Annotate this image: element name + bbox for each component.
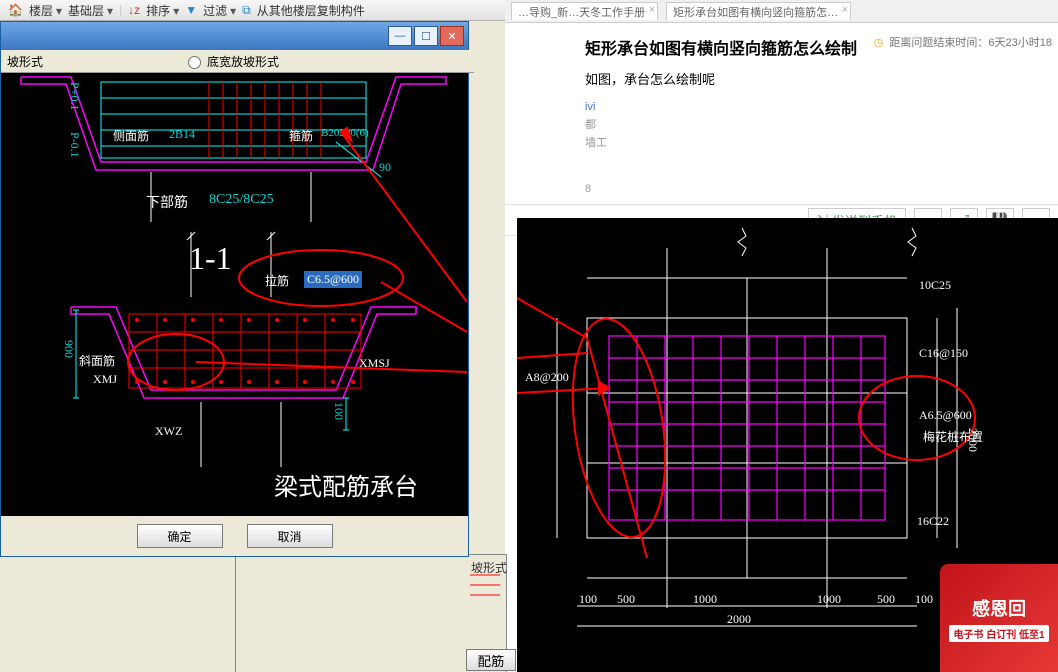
rd2000: 2000 — [965, 428, 980, 452]
tab-1[interactable]: …导购_新…天冬工作手册 — [511, 2, 658, 20]
dialog-titlebar[interactable]: — ☐ ✕ — [1, 22, 468, 50]
maximize-button[interactable]: ☐ — [414, 26, 438, 46]
filter-icon: ▼ — [185, 3, 197, 17]
tab-2[interactable]: 矩形承台如图有横向竖向箍筋怎… — [666, 2, 851, 20]
xmsj: XMSJ — [359, 356, 390, 371]
ad-line1: 感恩回 — [972, 595, 1026, 621]
radio-row: 坡形式 底宽放坡形式 — [1, 50, 474, 73]
meta-2: 都 — [585, 116, 1038, 134]
ad-line2: 电子书 白订刊 低至1 — [949, 625, 1048, 642]
bottom-label: 下部筋 — [146, 192, 188, 212]
floor-value[interactable]: 基础层 — [68, 2, 113, 19]
h100: 100 — [331, 402, 346, 420]
stirrup-val[interactable]: B20200(6) — [321, 127, 369, 139]
meta-1[interactable]: ivi — [585, 98, 1038, 116]
side-val[interactable]: 2B14 — [169, 127, 195, 142]
p-minus: P-0.1 — [67, 132, 82, 158]
radio-slope[interactable]: 坡形式 — [7, 53, 43, 70]
a8: A8@200 — [525, 370, 569, 385]
meta-3: 墙工 — [585, 134, 1038, 152]
tab-strip: …导购_新…天冬工作手册 矩形承台如图有横向竖向箍筋怎… — [505, 0, 1058, 23]
d1000a: 1000 — [693, 592, 717, 607]
rebar-dialog: — ☐ ✕ 坡形式 底宽放坡形式 — [0, 21, 469, 557]
copy-icon: ⧉ — [242, 3, 251, 18]
floor-label[interactable]: 楼层 — [29, 2, 62, 19]
copy-label[interactable]: 从其他楼层复制构件 — [257, 2, 365, 19]
question-header: 矩形承台如图有横向竖向箍筋怎么绘制 如图，承台怎么绘制呢 ivi 都 墙工 8 — [505, 23, 1058, 204]
d1000b: 1000 — [817, 592, 841, 607]
a6: A6.5@600 — [919, 408, 972, 423]
sort-label[interactable]: 排序 — [146, 2, 179, 19]
c22: 16C22 — [917, 514, 949, 529]
bottom-val[interactable]: 8C25/8C25 — [209, 192, 274, 208]
tie-val[interactable]: C6.5@600 — [304, 271, 362, 288]
ninety: 90 — [379, 160, 391, 175]
d100a: 100 — [579, 592, 597, 607]
stirrup-label: 箍筋 — [289, 127, 313, 144]
d500a: 500 — [617, 592, 635, 607]
xmj: XMJ — [93, 372, 117, 387]
behind-panel: 坡形式 配筋 — [235, 554, 507, 672]
close-button[interactable]: ✕ — [440, 26, 464, 46]
question-desc: 如图，承台怎么绘制呢 — [585, 69, 1038, 88]
peijin-button[interactable]: 配筋 — [466, 649, 516, 671]
radio-bottomwidth[interactable]: 底宽放坡形式 — [183, 53, 279, 70]
countdown: ◷ 距离问题结束时间：6天23小时18 — [874, 34, 1052, 50]
c16: C16@150 — [919, 346, 968, 361]
question-meta: ivi 都 墙工 8 — [585, 98, 1038, 198]
promo-ad[interactable]: 感恩回 电子书 白订刊 低至1 — [940, 564, 1058, 672]
p-plus: P+0.1 — [67, 82, 82, 110]
cancel-button[interactable]: 取消 — [247, 524, 333, 548]
side-label: 侧面筋 — [113, 127, 149, 144]
d500b: 500 — [877, 592, 895, 607]
d100b: 100 — [915, 592, 933, 607]
subtitle: 梁式配筋承台 — [274, 467, 418, 502]
section-1-1: 1-1 — [189, 240, 232, 277]
tie-label: 拉筋 — [265, 272, 289, 289]
behind-svg — [240, 573, 500, 643]
sort-icon: ↓z — [128, 3, 140, 17]
xwz: XWZ — [155, 424, 182, 439]
slant-label: 斜面筋 — [79, 352, 115, 369]
d2000: 2000 — [727, 612, 751, 627]
h900: 900 — [61, 340, 76, 358]
dialog-cad-area: P+0.1 P-0.1 侧面筋 2B14 箍筋 B20200(6) 90 下部筋… — [1, 72, 468, 516]
clock-icon: ◷ — [874, 37, 884, 49]
filter-label[interactable]: 过滤 — [203, 2, 236, 19]
ok-button[interactable]: 确定 — [137, 524, 223, 548]
floor-icon: 🏠 — [8, 3, 23, 17]
minimize-button[interactable]: — — [388, 26, 412, 46]
dialog-buttons: 确定 取消 — [1, 516, 468, 556]
c25: 10C25 — [919, 278, 951, 293]
meta-4: 8 — [585, 180, 1038, 198]
